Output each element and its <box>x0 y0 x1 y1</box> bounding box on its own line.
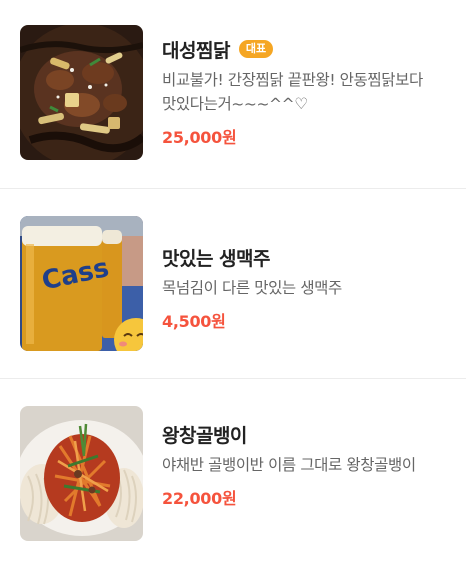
menu-item[interactable]: 대성찜닭 대표 비교불가! 간장찜닭 끝판왕! 안동찜닭보다 맛있다는거~~~^… <box>0 0 466 188</box>
menu-name: 왕창골뱅이 <box>162 424 247 447</box>
menu-price: 22,000원 <box>162 489 237 508</box>
menu-description: 비교불가! 간장찜닭 끝판왕! 안동찜닭보다 맛있다는거~~~^^♡ <box>162 71 423 113</box>
menu-item-info: 맛있는 생맥주 목넘김이 다른 맛있는 생맥주 4,500원 <box>162 242 448 332</box>
braised-chicken-photo[interactable] <box>20 25 143 160</box>
menu-price: 4,500원 <box>162 312 226 331</box>
menu-item-info: 왕창골뱅이 야채반 골뱅이반 이름 그대로 왕창골뱅이 22,000원 <box>162 419 448 509</box>
name-row: 맛있는 생맥주 <box>162 242 448 272</box>
menu-name: 맛있는 생맥주 <box>162 247 271 270</box>
menu-name: 대성찜닭 <box>162 39 230 62</box>
signature-badge: 대표 <box>238 40 274 58</box>
menu-item[interactable]: 왕창골뱅이 야채반 골뱅이반 이름 그대로 왕창골뱅이 22,000원 <box>0 379 466 567</box>
draft-beer-photo[interactable]: Cass <box>20 216 143 351</box>
menu-item[interactable]: Cass 맛있는 생맥주 목넘김이 다른 맛있는 생맥주 4,500원 <box>0 189 466 377</box>
sea-snail-salad-photo[interactable] <box>20 406 143 541</box>
menu-item-info: 대성찜닭 대표 비교불가! 간장찜닭 끝판왕! 안동찜닭보다 맛있다는거~~~^… <box>162 34 448 148</box>
menu-price: 25,000원 <box>162 128 237 147</box>
menu-description: 목넘김이 다른 맛있는 생맥주 <box>162 279 342 297</box>
name-row: 왕창골뱅이 <box>162 419 448 449</box>
menu-description: 야채반 골뱅이반 이름 그대로 왕창골뱅이 <box>162 456 416 474</box>
name-row: 대성찜닭 대표 <box>162 34 448 64</box>
